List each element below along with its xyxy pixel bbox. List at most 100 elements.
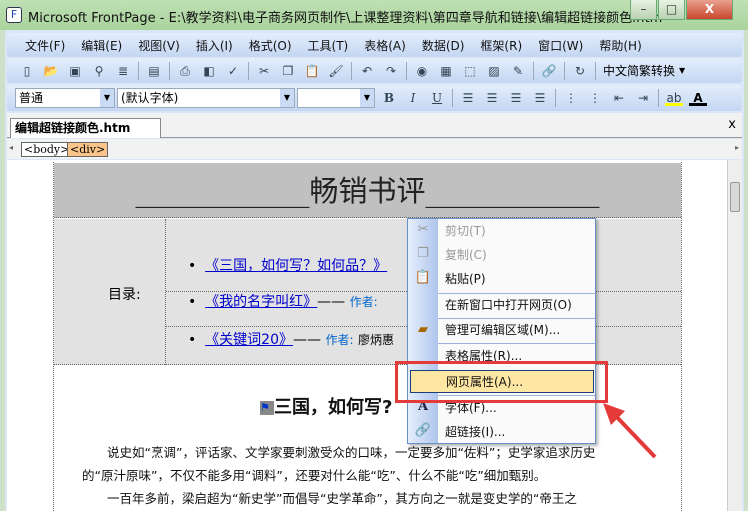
toc-link[interactable]: 《关键词20》 bbox=[205, 332, 293, 348]
web-component-icon[interactable]: ◉ bbox=[413, 63, 431, 79]
cut-icon[interactable]: ✂ bbox=[255, 63, 273, 79]
menu-item-copy[interactable]: 复制(C) bbox=[438, 244, 595, 267]
menu-item-editable-regions[interactable]: 管理可编辑区域(M)... bbox=[438, 319, 595, 342]
scroll-left-icon[interactable]: ◂ bbox=[9, 143, 13, 152]
toc-item: • 《三国，如何写？如何品？》 bbox=[188, 258, 388, 274]
menu-tools[interactable]: 工具(T) bbox=[300, 37, 357, 54]
paragraph-line: 一百年多前，梁启超为“新史学”而倡导“史学革命”，其方向之一就是变史学的“帝王之 bbox=[82, 491, 577, 506]
toc-item: • 《关键词20》—— 作者: 廖炳惠 bbox=[188, 332, 394, 348]
font-size-select[interactable]: ▼ bbox=[297, 88, 375, 108]
print-icon[interactable]: ⎙ bbox=[176, 63, 194, 79]
toc-label: 目录: bbox=[108, 287, 141, 303]
menu-item-open-new-window[interactable]: 在新窗口中打开网页(O) bbox=[438, 294, 595, 317]
context-menu: ✂ 剪切(T) ❐ 复制(C) 📋 粘贴(P) 在新窗口中打开网页(O) ▰ 管… bbox=[407, 218, 596, 444]
menu-help[interactable]: 帮助(H) bbox=[591, 37, 649, 54]
annotation-arrow bbox=[603, 403, 657, 459]
save-icon[interactable]: ▣ bbox=[66, 63, 84, 79]
tag-div[interactable]: <div> bbox=[67, 142, 109, 157]
menu-bar: 文件(F) 编辑(E) 视图(V) 插入(I) 格式(O) 工具(T) 表格(A… bbox=[7, 33, 742, 57]
highlight-icon[interactable]: ab bbox=[665, 90, 683, 106]
menu-data[interactable]: 数据(D) bbox=[414, 37, 473, 54]
formatting-toolbar: 普通 ▼ (默认字体) ▼ ▼ B I U ☰ ☰ ☰ ☰ ⋮ ⋮ ⇤ ⇥ ab A bbox=[7, 85, 742, 111]
tab-document[interactable]: 编辑超链接颜色.htm bbox=[10, 118, 162, 138]
insert-table-icon[interactable]: ▦ bbox=[437, 63, 455, 79]
chevron-down-icon[interactable]: ▼ bbox=[280, 89, 294, 107]
align-right-icon[interactable]: ☰ bbox=[507, 90, 525, 106]
vertical-scrollbar[interactable] bbox=[727, 160, 742, 511]
toc-item: • 《我的名字叫红》—— 作者: bbox=[188, 294, 378, 310]
menu-file[interactable]: 文件(F) bbox=[17, 37, 73, 54]
region-icon: ▰ bbox=[418, 322, 428, 337]
menu-item-paste[interactable]: 粘贴(P) bbox=[438, 268, 595, 291]
font-color-icon[interactable]: A bbox=[689, 90, 707, 106]
dash: —— bbox=[317, 294, 346, 310]
numbered-list-icon[interactable]: ⋮ bbox=[562, 90, 580, 106]
bold-button[interactable]: B bbox=[380, 90, 398, 106]
chevron-down-icon[interactable]: ▼ bbox=[360, 89, 374, 107]
format-painter-icon[interactable]: 🖌 bbox=[327, 63, 345, 79]
font-select[interactable]: (默认字体) ▼ bbox=[117, 88, 295, 108]
copy-icon: ❐ bbox=[417, 246, 429, 261]
close-tab-icon[interactable]: x bbox=[728, 117, 736, 132]
menu-frames[interactable]: 框架(R) bbox=[472, 37, 530, 54]
insert-layer-icon[interactable]: ⬚ bbox=[461, 63, 479, 79]
menu-format[interactable]: 格式(O) bbox=[241, 37, 300, 54]
menu-window[interactable]: 窗口(W) bbox=[530, 37, 591, 54]
heading-text: 三国，如何写? bbox=[274, 397, 393, 418]
window-title: Microsoft FrontPage - E:\教学资料\电子商务网页制作\上… bbox=[28, 11, 663, 26]
quick-tag-selector: ◂ <body> <div> ▸ bbox=[7, 139, 742, 159]
increase-indent-icon[interactable]: ⇥ bbox=[634, 90, 652, 106]
search-icon[interactable]: ⚲ bbox=[90, 63, 108, 79]
font-value: (默认字体) bbox=[121, 91, 179, 105]
scroll-right-icon[interactable]: ▸ bbox=[735, 143, 739, 152]
insert-picture-icon[interactable]: ▨ bbox=[485, 63, 503, 79]
paragraph-line: 说史如“烹调”，评话家、文学家要刺激受众的口味，一定要多加“佐料”；史学家追求历… bbox=[82, 445, 596, 460]
toc-link[interactable]: 《三国，如何写？如何品？》 bbox=[205, 258, 387, 274]
chevron-down-icon[interactable]: ▼ bbox=[100, 89, 114, 107]
copy-icon[interactable]: ❐ bbox=[279, 63, 297, 79]
toc-link[interactable]: 《我的名字叫红》 bbox=[205, 294, 317, 310]
publish-icon[interactable]: ≣ bbox=[114, 63, 132, 79]
bullet-list-icon[interactable]: ⋮ bbox=[586, 90, 604, 106]
undo-icon[interactable]: ↶ bbox=[358, 63, 376, 79]
align-center-icon[interactable]: ☰ bbox=[483, 90, 501, 106]
menu-table[interactable]: 表格(A) bbox=[356, 37, 414, 54]
menu-insert[interactable]: 插入(I) bbox=[188, 37, 241, 54]
paste-icon: 📋 bbox=[414, 270, 432, 285]
bookmark-icon: ⚑ bbox=[260, 401, 274, 415]
underline-button[interactable]: U bbox=[428, 90, 446, 106]
redo-icon[interactable]: ↷ bbox=[382, 63, 400, 79]
close-button[interactable]: X bbox=[686, 0, 733, 20]
italic-button[interactable]: I bbox=[404, 90, 422, 106]
menu-view[interactable]: 视图(V) bbox=[130, 37, 188, 54]
author-label: 作者: bbox=[325, 333, 354, 347]
preview-icon[interactable]: ◧ bbox=[200, 63, 218, 79]
refresh-icon[interactable]: ↻ bbox=[571, 63, 589, 79]
menu-edit[interactable]: 编辑(E) bbox=[73, 37, 130, 54]
style-value: 普通 bbox=[19, 91, 44, 105]
new-page-icon[interactable]: ▯ bbox=[18, 63, 36, 79]
drawing-icon[interactable]: ✎ bbox=[509, 63, 527, 79]
hyperlink-icon[interactable]: 🔗 bbox=[540, 63, 558, 79]
spelling-icon[interactable]: ✓ bbox=[224, 63, 242, 79]
maximize-button[interactable]: □ bbox=[658, 0, 685, 20]
align-left-icon[interactable]: ☰ bbox=[459, 90, 477, 106]
justify-icon[interactable]: ☰ bbox=[531, 90, 549, 106]
chevron-down-icon[interactable]: ▼ bbox=[679, 66, 685, 75]
paste-icon[interactable]: 📋 bbox=[303, 63, 321, 79]
style-select[interactable]: 普通 ▼ bbox=[15, 88, 115, 108]
page-title: ____________畅销书评____________ bbox=[54, 163, 681, 218]
menu-item-cut[interactable]: 剪切(T) bbox=[438, 220, 595, 243]
minimize-button[interactable]: – bbox=[630, 0, 657, 20]
decrease-indent-icon[interactable]: ⇤ bbox=[610, 90, 628, 106]
scissors-icon: ✂ bbox=[417, 222, 429, 237]
document-tabs: 编辑超链接颜色.htm x bbox=[7, 113, 742, 138]
frontpage-app-icon: F bbox=[6, 7, 22, 23]
menu-item-hyperlink[interactable]: 超链接(I)... bbox=[438, 421, 595, 444]
tag-body[interactable]: <body> bbox=[21, 142, 73, 157]
paragraph-line: 的“原汁原味”，不仅不能多用“调料”，还要对什么能“吃”、什么不能“吃”细加甄别… bbox=[82, 468, 547, 483]
open-icon[interactable]: 📂 bbox=[42, 63, 60, 79]
scrollbar-thumb[interactable] bbox=[730, 182, 740, 212]
toggle-pane-icon[interactable]: ▤ bbox=[145, 63, 163, 79]
chinese-convert-button[interactable]: 中文简繁转换 bbox=[599, 62, 679, 79]
